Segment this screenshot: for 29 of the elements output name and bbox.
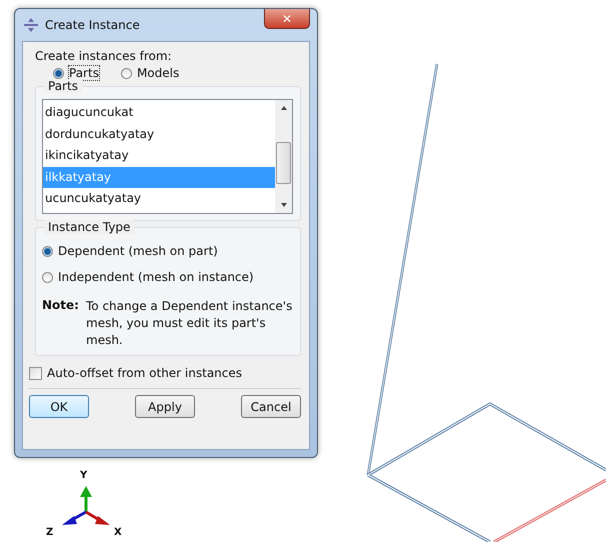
group-title: Instance Type <box>44 220 134 234</box>
radio-indicator[interactable] <box>53 68 64 78</box>
axis-label: Z <box>46 527 54 539</box>
source-label: Create instances from: <box>35 49 173 63</box>
scrollbar[interactable] <box>275 100 292 213</box>
axis-label: X <box>114 527 122 539</box>
checkbox-indicator[interactable] <box>29 366 42 380</box>
list-item[interactable]: ucuncukatyatay <box>43 188 275 210</box>
scroll-thumb[interactable] <box>276 142 291 184</box>
dialog-button[interactable]: Apply <box>135 395 195 418</box>
source-radio[interactable]: Models <box>120 66 180 80</box>
window-title: Create Instance <box>45 18 141 32</box>
instance-type-radio[interactable]: Dependent (mesh on part) <box>42 244 293 258</box>
axis-label: Y <box>80 470 88 482</box>
auto-offset-checkbox[interactable]: Auto-offset from other instances <box>29 366 301 380</box>
list-item[interactable]: dorduncukatyatay <box>43 124 275 145</box>
list-item[interactable]: diagucuncukat <box>43 102 275 124</box>
note-text: To change a Dependent instance's mesh, you must edit its part's mesh. <box>86 298 294 349</box>
instance-type-radio[interactable]: Independent (mesh on instance) <box>42 270 293 284</box>
dialog-button[interactable]: Cancel <box>241 395 301 418</box>
note-label: Note: <box>42 298 80 314</box>
radio-indicator[interactable] <box>42 246 53 256</box>
app-icon <box>23 17 39 33</box>
list-item[interactable]: ikincikatyatay <box>43 145 275 166</box>
group-title: Parts <box>44 79 82 93</box>
axis-triad-icon <box>62 486 110 525</box>
radio-indicator[interactable] <box>120 68 132 78</box>
dialog-button[interactable]: OK <box>29 395 89 418</box>
radio-indicator[interactable] <box>42 272 53 282</box>
